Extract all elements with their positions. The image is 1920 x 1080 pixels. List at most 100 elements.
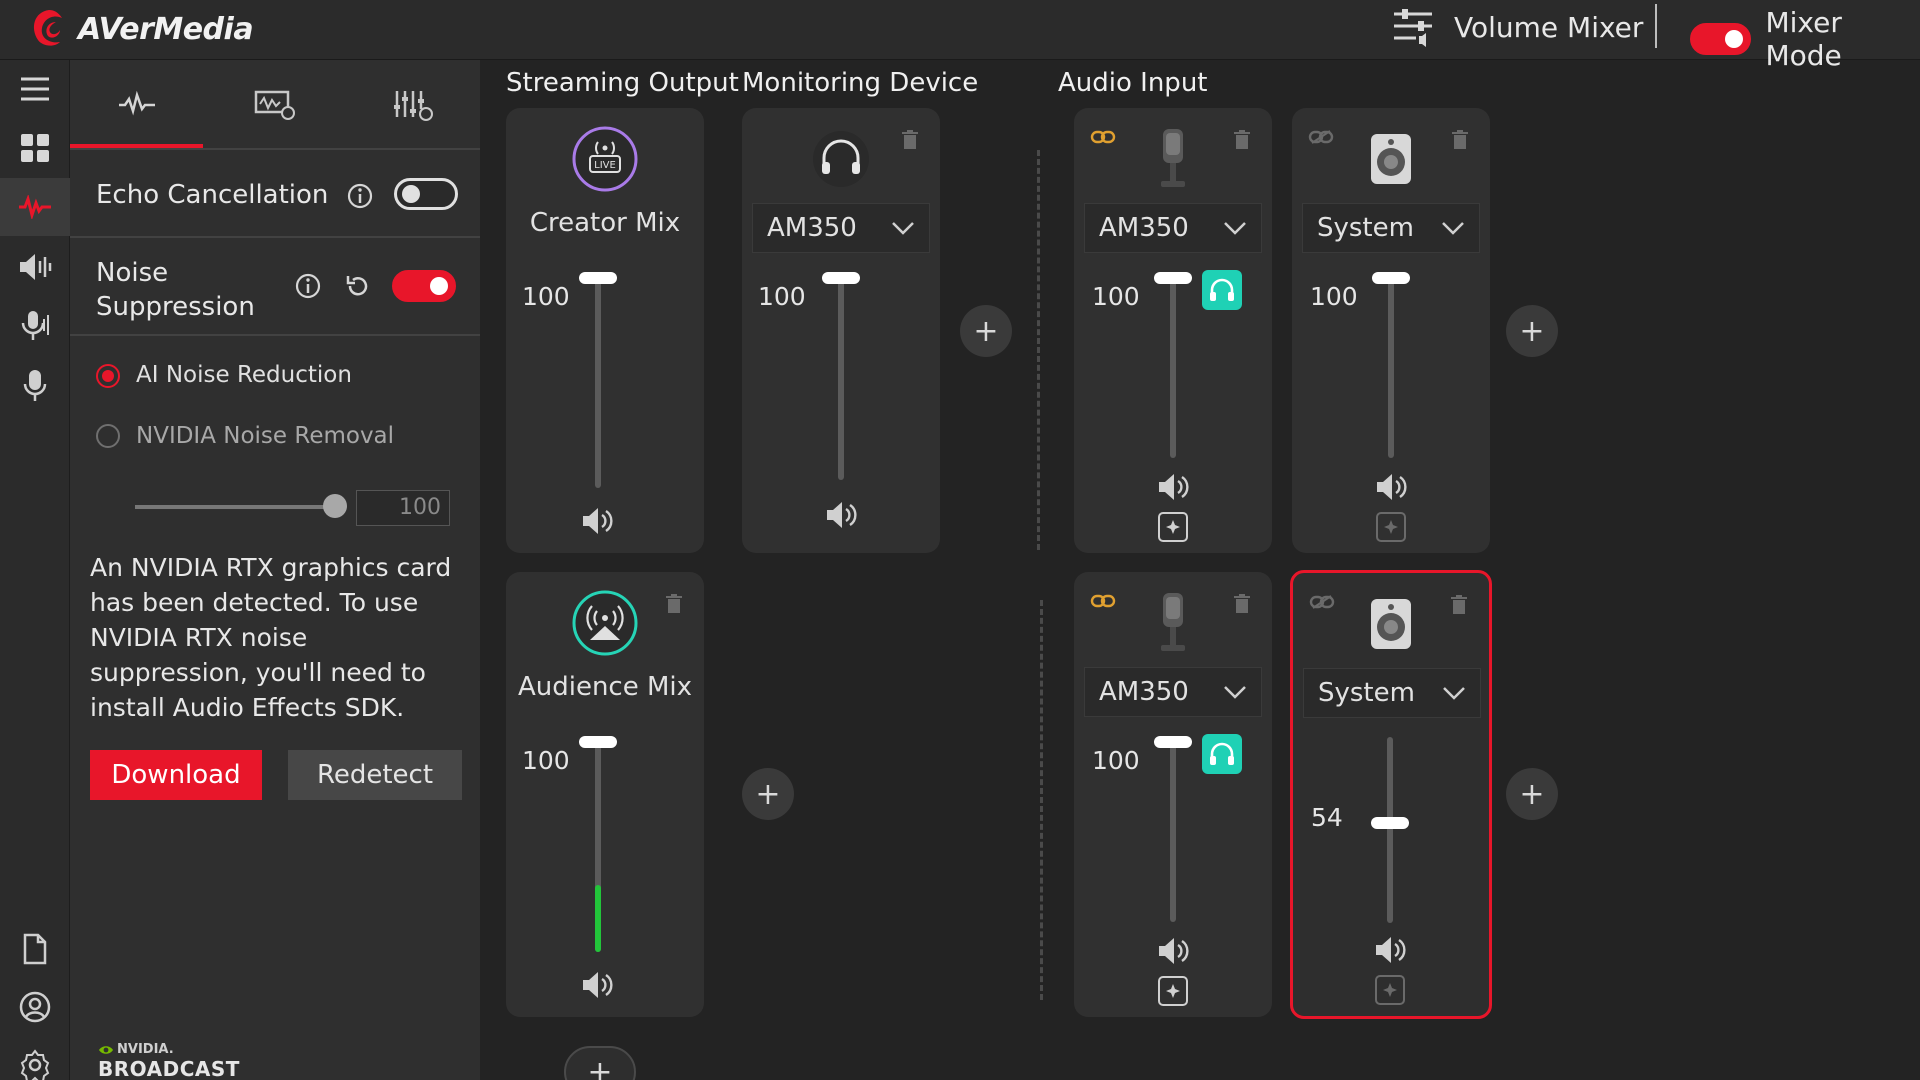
add-monitoring-button[interactable]: + — [960, 305, 1012, 357]
unlink-icon[interactable] — [1309, 595, 1335, 609]
noise-suppression-toggle[interactable] — [392, 270, 456, 302]
section-divider-top — [1037, 150, 1040, 550]
audience-system-input-card[interactable]: System 54 — [1290, 570, 1492, 1019]
nav-microphone[interactable] — [0, 357, 70, 415]
nvidia-noise-removal-radio[interactable] — [96, 424, 120, 448]
audience-system-speaker-icon[interactable] — [1373, 935, 1407, 965]
echo-divider — [70, 236, 480, 238]
creator-system-fader-knob[interactable] — [1372, 272, 1410, 284]
audience-mix-trash-icon[interactable] — [666, 594, 682, 614]
chevron-down-icon — [892, 222, 914, 235]
monitoring-trash-icon[interactable] — [902, 130, 918, 150]
nav-speaker[interactable] — [0, 238, 70, 296]
monitoring-device-dropdown[interactable]: AM350 — [752, 203, 930, 253]
audience-system-effects-button[interactable] — [1375, 975, 1405, 1005]
audience-mic-monitor-button[interactable] — [1202, 734, 1242, 774]
audience-mic-volume: 100 — [1092, 746, 1140, 775]
creator-mic-fader-track[interactable] — [1170, 278, 1176, 458]
echo-info-icon[interactable] — [346, 182, 374, 210]
creator-mic-dropdown[interactable]: AM350 — [1084, 203, 1262, 253]
creator-system-dropdown[interactable]: System — [1302, 203, 1480, 253]
redetect-button[interactable]: Redetect — [288, 750, 462, 800]
creator-mic-monitor-button[interactable] — [1202, 270, 1242, 310]
document-icon — [23, 933, 47, 965]
link-icon[interactable] — [1090, 594, 1116, 608]
strength-slider-track[interactable] — [135, 505, 335, 509]
audience-system-avatar — [1358, 591, 1424, 657]
account-icon — [19, 991, 51, 1023]
audience-mic-speaker-icon[interactable] — [1156, 936, 1190, 966]
mic-stand-icon — [21, 311, 49, 340]
nav-effects[interactable] — [0, 178, 70, 236]
creator-mic-effects-button[interactable] — [1158, 512, 1188, 542]
audience-system-fader-track[interactable] — [1387, 737, 1393, 923]
creator-system-volume: 100 — [1310, 282, 1358, 311]
audience-mix-speaker-icon[interactable] — [580, 970, 614, 1000]
reset-icon[interactable] — [344, 272, 372, 300]
add-mix-button[interactable]: + — [564, 1046, 636, 1080]
monitoring-fader-track[interactable] — [838, 278, 844, 480]
unlink-icon[interactable] — [1308, 130, 1334, 144]
audio-input-title: Audio Input — [1058, 68, 1208, 98]
tab-equalizer[interactable] — [346, 60, 479, 148]
noise-divider — [70, 334, 480, 336]
add-creator-input-button[interactable]: + — [1506, 305, 1558, 357]
creator-mix-fader-knob[interactable] — [579, 272, 617, 284]
echo-cancellation-toggle[interactable] — [394, 178, 458, 210]
ai-noise-reduction-label: AI Noise Reduction — [136, 362, 352, 388]
audience-mic-fader-knob[interactable] — [1154, 736, 1192, 748]
download-button[interactable]: Download — [90, 750, 262, 800]
audience-system-fader-knob[interactable] — [1371, 816, 1409, 829]
nvidia-notice-text: An NVIDIA RTX graphics card has been det… — [90, 553, 452, 722]
strength-value-field[interactable]: 100 — [356, 490, 450, 526]
ai-noise-reduction-radio[interactable] — [96, 364, 120, 388]
add-audience-input-button[interactable]: + — [1506, 768, 1558, 820]
mixer-mode-label: Mixer Mode — [1765, 6, 1842, 72]
tab-audio-effects[interactable] — [208, 60, 341, 148]
audience-mic-device: AM350 — [1099, 677, 1189, 707]
audience-mix-fader-knob[interactable] — [579, 736, 617, 748]
creator-mic-speaker-icon[interactable] — [1156, 472, 1190, 502]
monitoring-speaker-icon[interactable] — [824, 500, 858, 530]
audience-mic-dropdown[interactable]: AM350 — [1084, 667, 1262, 717]
audio-effect-tab-icon — [254, 90, 295, 120]
monitoring-fader-knob[interactable] — [822, 272, 860, 284]
creator-mix-speaker-icon[interactable] — [580, 506, 614, 536]
creator-mix-fader-track[interactable] — [595, 278, 601, 488]
nav-settings[interactable] — [0, 1036, 70, 1080]
link-icon[interactable] — [1090, 130, 1116, 144]
volume-mixer-button[interactable]: Volume Mixer — [1392, 4, 1643, 50]
creator-mic-trash-icon[interactable] — [1234, 130, 1250, 150]
mixer-mode-toggle[interactable] — [1690, 23, 1752, 55]
noise-info-icon[interactable] — [294, 272, 322, 300]
creator-system-fader-track[interactable] — [1388, 278, 1394, 458]
creator-mic-fader-knob[interactable] — [1154, 272, 1192, 284]
creator-system-effects-button[interactable] — [1376, 512, 1406, 542]
creator-system-trash-icon[interactable] — [1452, 130, 1468, 150]
nav-document[interactable] — [0, 920, 70, 978]
nvidia-noise-removal-label: NVIDIA Noise Removal — [136, 423, 395, 449]
nav-account[interactable] — [0, 978, 70, 1036]
creator-mix-volume: 100 — [522, 282, 570, 311]
creator-system-speaker-icon[interactable] — [1374, 472, 1408, 502]
audience-mic-trash-icon[interactable] — [1234, 594, 1250, 614]
audience-system-trash-icon[interactable] — [1451, 595, 1467, 615]
add-audience-monitoring-button[interactable]: + — [742, 768, 794, 820]
nav-dashboard[interactable] — [0, 119, 70, 177]
strength-slider-thumb[interactable] — [323, 494, 347, 518]
nvidia-small-text: NVIDIA. — [117, 1042, 174, 1057]
app-window: AVerMedia Volume Mixer Mixer Mode Echo C… — [0, 0, 1920, 1080]
tab-noise[interactable] — [70, 60, 203, 148]
menu-button[interactable] — [0, 60, 70, 118]
nav-rail — [0, 60, 70, 1080]
creator-mix-title: Creator Mix — [529, 208, 681, 238]
section-divider-bottom — [1040, 600, 1043, 1000]
audience-system-dropdown[interactable]: System — [1303, 668, 1481, 718]
mixer-sliders-icon — [1394, 9, 1432, 47]
audience-mic-fader-track[interactable] — [1170, 742, 1176, 922]
live-broadcast-icon: LIVE — [572, 126, 638, 192]
noise-suppression-label: Noise Suppression — [96, 258, 255, 322]
nav-mic-stand[interactable] — [0, 297, 70, 355]
system-speaker-icon — [1371, 134, 1411, 184]
audience-mic-effects-button[interactable] — [1158, 976, 1188, 1006]
